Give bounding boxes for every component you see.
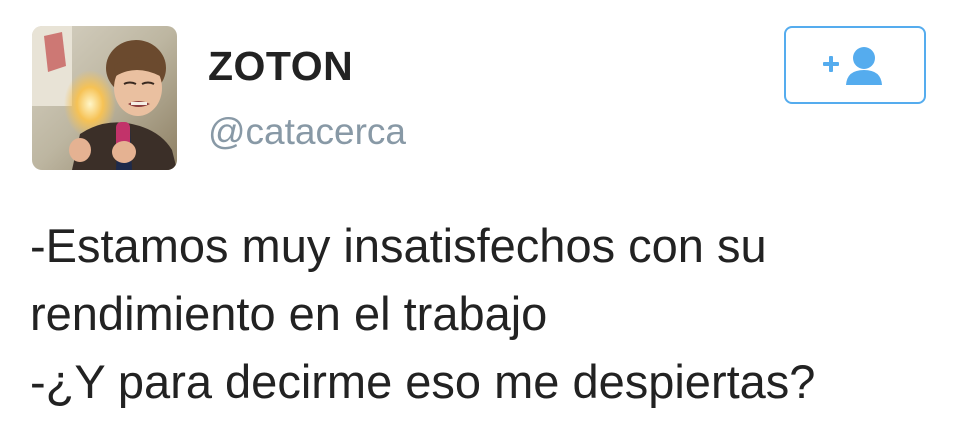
tweet-line: -Estamos muy insatisfechos con su [30, 219, 767, 272]
avatar[interactable] [32, 26, 177, 170]
tweet-text: -Estamos muy insatisfechos con su rendim… [30, 212, 950, 416]
user-handle[interactable]: @catacerca [208, 113, 406, 150]
display-name[interactable]: ZOTON [208, 46, 353, 87]
tweet-line: -¿Y para decirme eso me despiertas? [30, 355, 816, 408]
tweet-line: rendimiento en el trabajo [30, 287, 548, 340]
child-avatar-photo [32, 26, 177, 170]
follow-button[interactable] [784, 26, 926, 104]
add-user-icon [823, 47, 882, 85]
